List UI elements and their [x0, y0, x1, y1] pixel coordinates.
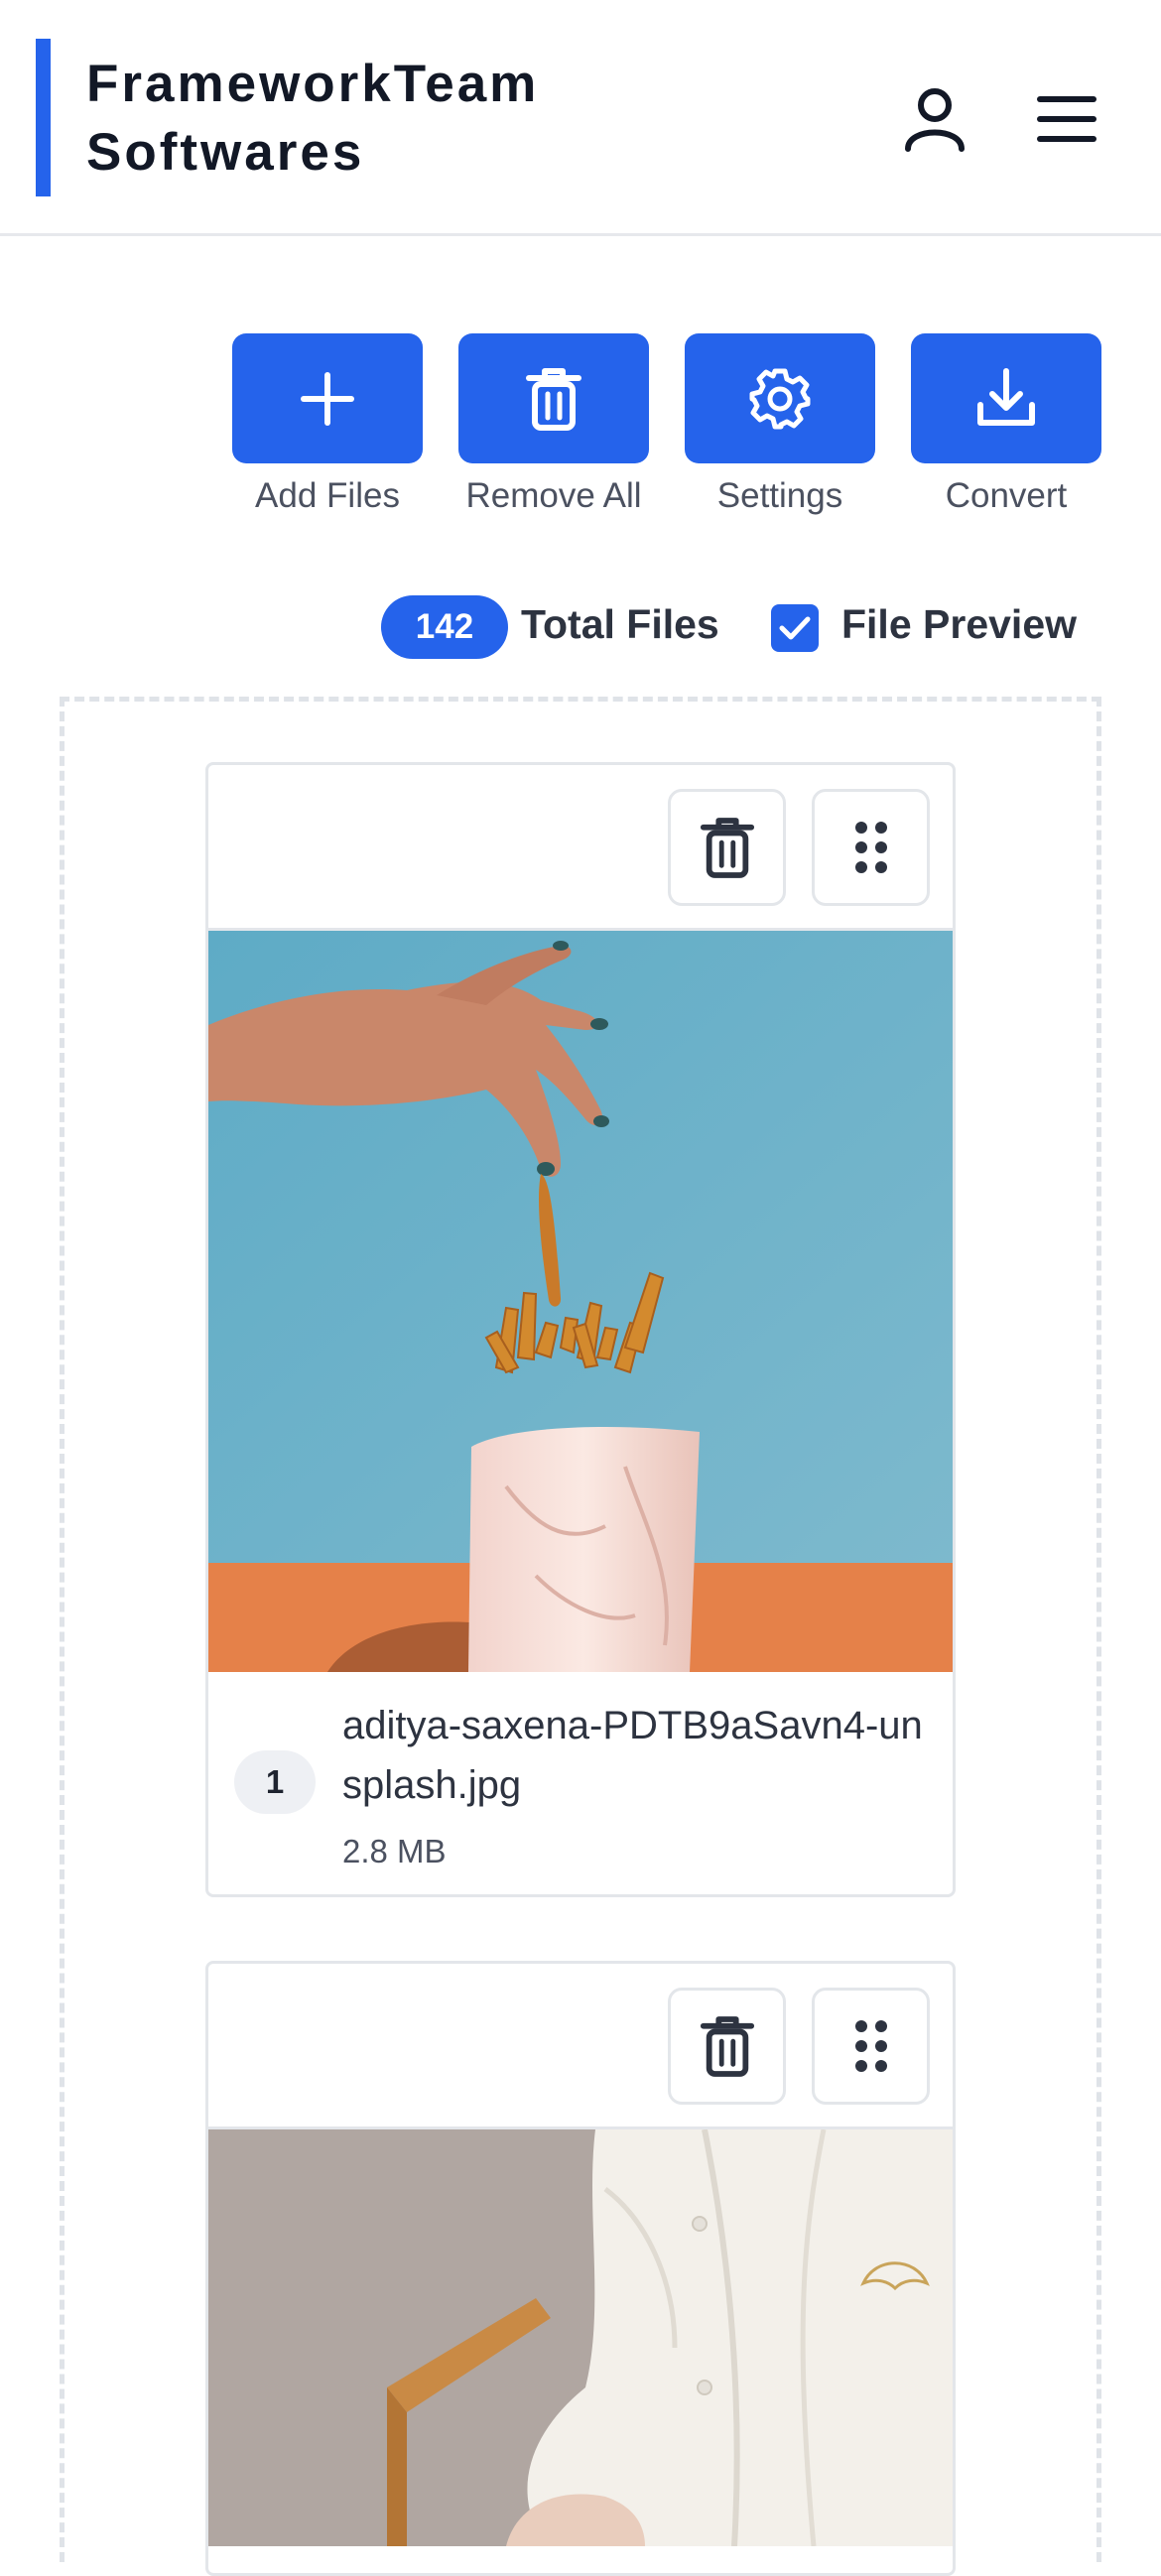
file-size: 2.8 MB [342, 1833, 447, 1869]
file-info: 1 aditya-saxena-PDTB9aSavn4-unsplash.jpg… [208, 1672, 953, 1894]
file-preview-checkbox[interactable] [771, 604, 819, 652]
add-files-button[interactable] [232, 333, 423, 463]
delete-file-button[interactable] [668, 789, 786, 906]
remove-all-label: Remove All [465, 476, 642, 515]
total-files-count-badge: 142 [381, 595, 508, 659]
hamburger-menu-icon[interactable] [1032, 89, 1101, 149]
file-card-actions [208, 1964, 953, 2129]
file-preview-image [208, 2129, 953, 2546]
brand-line-1: FrameworkTeam [86, 55, 540, 113]
convert-label: Convert [945, 476, 1068, 515]
total-files-label: Total Files [521, 601, 719, 647]
checkmark-icon [779, 616, 811, 640]
settings-label: Settings [716, 476, 843, 515]
download-icon [977, 367, 1035, 426]
file-preview-image [208, 931, 953, 1672]
remove-all-button[interactable] [458, 333, 649, 463]
user-icon[interactable] [900, 83, 969, 153]
file-card: 1 aditya-saxena-PDTB9aSavn4-unsplash.jpg… [205, 762, 956, 1897]
brand-line-2: Softwares [86, 123, 365, 182]
brand-accent-bar [36, 39, 51, 196]
file-index-badge: 1 [234, 1750, 316, 1814]
add-files-label: Add Files [255, 476, 400, 515]
app-header: FrameworkTeam Softwares [0, 0, 1161, 236]
delete-file-button[interactable] [668, 1988, 786, 2105]
trash-icon [700, 2016, 754, 2077]
file-card [205, 1961, 956, 2576]
settings-button[interactable] [685, 333, 875, 463]
file-preview-label[interactable]: File Preview [841, 601, 1077, 648]
drag-handle-icon [854, 822, 887, 873]
file-name: aditya-saxena-PDTB9aSavn4-unsplash.jpg [342, 1704, 923, 1807]
brand-logo[interactable]: FrameworkTeam Softwares [86, 50, 539, 187]
drag-handle-button[interactable] [812, 789, 930, 906]
drag-handle-button[interactable] [812, 1988, 930, 2105]
file-card-actions [208, 765, 953, 931]
trash-icon [526, 367, 581, 431]
drag-handle-icon [854, 2020, 887, 2072]
gear-icon [749, 368, 811, 429]
convert-button[interactable] [911, 333, 1101, 463]
plus-icon [301, 371, 354, 426]
trash-icon [700, 818, 754, 878]
